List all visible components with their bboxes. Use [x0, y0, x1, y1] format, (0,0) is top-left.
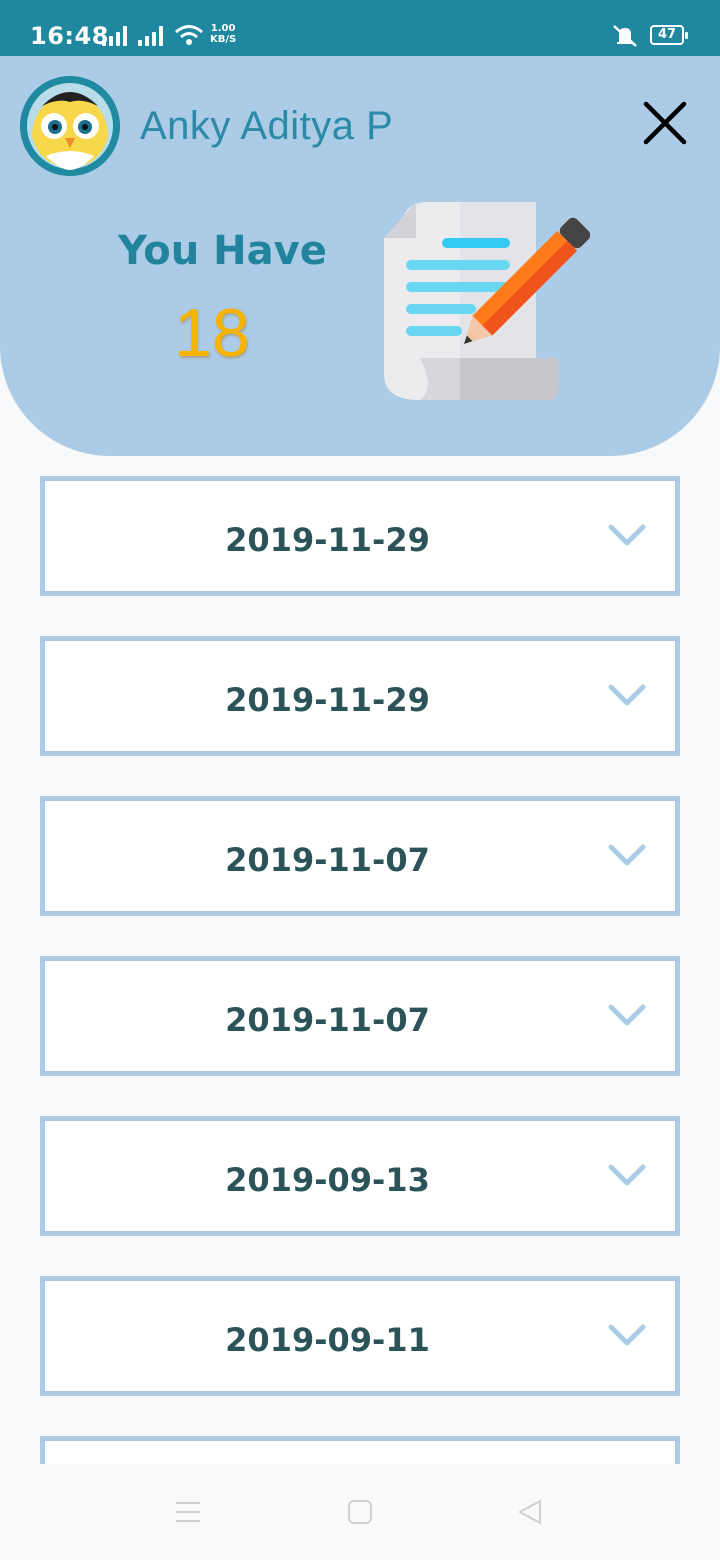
chevron-down-icon[interactable] [607, 1003, 647, 1027]
home-square-icon[interactable] [347, 1499, 373, 1525]
record-date: 2019-11-29 [225, 681, 430, 719]
status-time: 16:48 [30, 22, 109, 50]
vibrate-mute-icon [613, 25, 637, 47]
battery-icon: 47 [650, 25, 688, 45]
record-date: 2019-11-07 [225, 841, 430, 879]
back-triangle-icon[interactable] [516, 1498, 544, 1526]
speed-unit: KB/S [210, 34, 237, 45]
record-card[interactable]: 2019-11-29 [40, 636, 680, 756]
chevron-down-icon[interactable] [607, 1323, 647, 1347]
summary-heading: You Have [118, 228, 327, 274]
chevron-down-icon[interactable] [607, 523, 647, 547]
record-card[interactable]: 2019-11-07 [40, 796, 680, 916]
chevron-down-icon[interactable] [607, 1163, 647, 1187]
record-date: 2019-09-13 [225, 1161, 430, 1199]
record-card[interactable]: 2019-11-29 [40, 476, 680, 596]
signal-icon-2 [138, 26, 168, 46]
wifi-icon [175, 25, 203, 45]
signal-icon [102, 26, 132, 46]
speed-value: 1.00 [210, 23, 236, 34]
record-date: 2019-11-29 [225, 521, 430, 559]
record-date: 2019-09-11 [225, 1321, 430, 1359]
owl-avatar-icon [20, 76, 120, 176]
network-speed: 1.00 KB/S [210, 23, 236, 45]
record-count: 18 [174, 295, 250, 371]
chevron-down-icon[interactable] [607, 843, 647, 867]
avatar[interactable] [20, 76, 120, 176]
record-card[interactable]: 2019-11-07 [40, 956, 680, 1076]
chevron-down-icon[interactable] [607, 683, 647, 707]
profile-header: Anky Aditya P You Have 18 [0, 56, 720, 456]
close-icon[interactable] [640, 98, 690, 148]
document-pencil-icon [384, 202, 590, 400]
record-card[interactable] [40, 1436, 680, 1464]
record-card[interactable]: 2019-09-11 [40, 1276, 680, 1396]
status-bar: 16:48 1.00 KB/S 47 [0, 0, 720, 56]
record-card[interactable]: 2019-09-13 [40, 1116, 680, 1236]
system-nav-bar [0, 1464, 720, 1560]
record-list: 2019-11-29 2019-11-29 2019-11-07 2019-11… [40, 476, 680, 1464]
user-name: Anky Aditya P [140, 104, 394, 148]
menu-icon[interactable] [174, 1500, 202, 1524]
record-date: 2019-11-07 [225, 1001, 430, 1039]
